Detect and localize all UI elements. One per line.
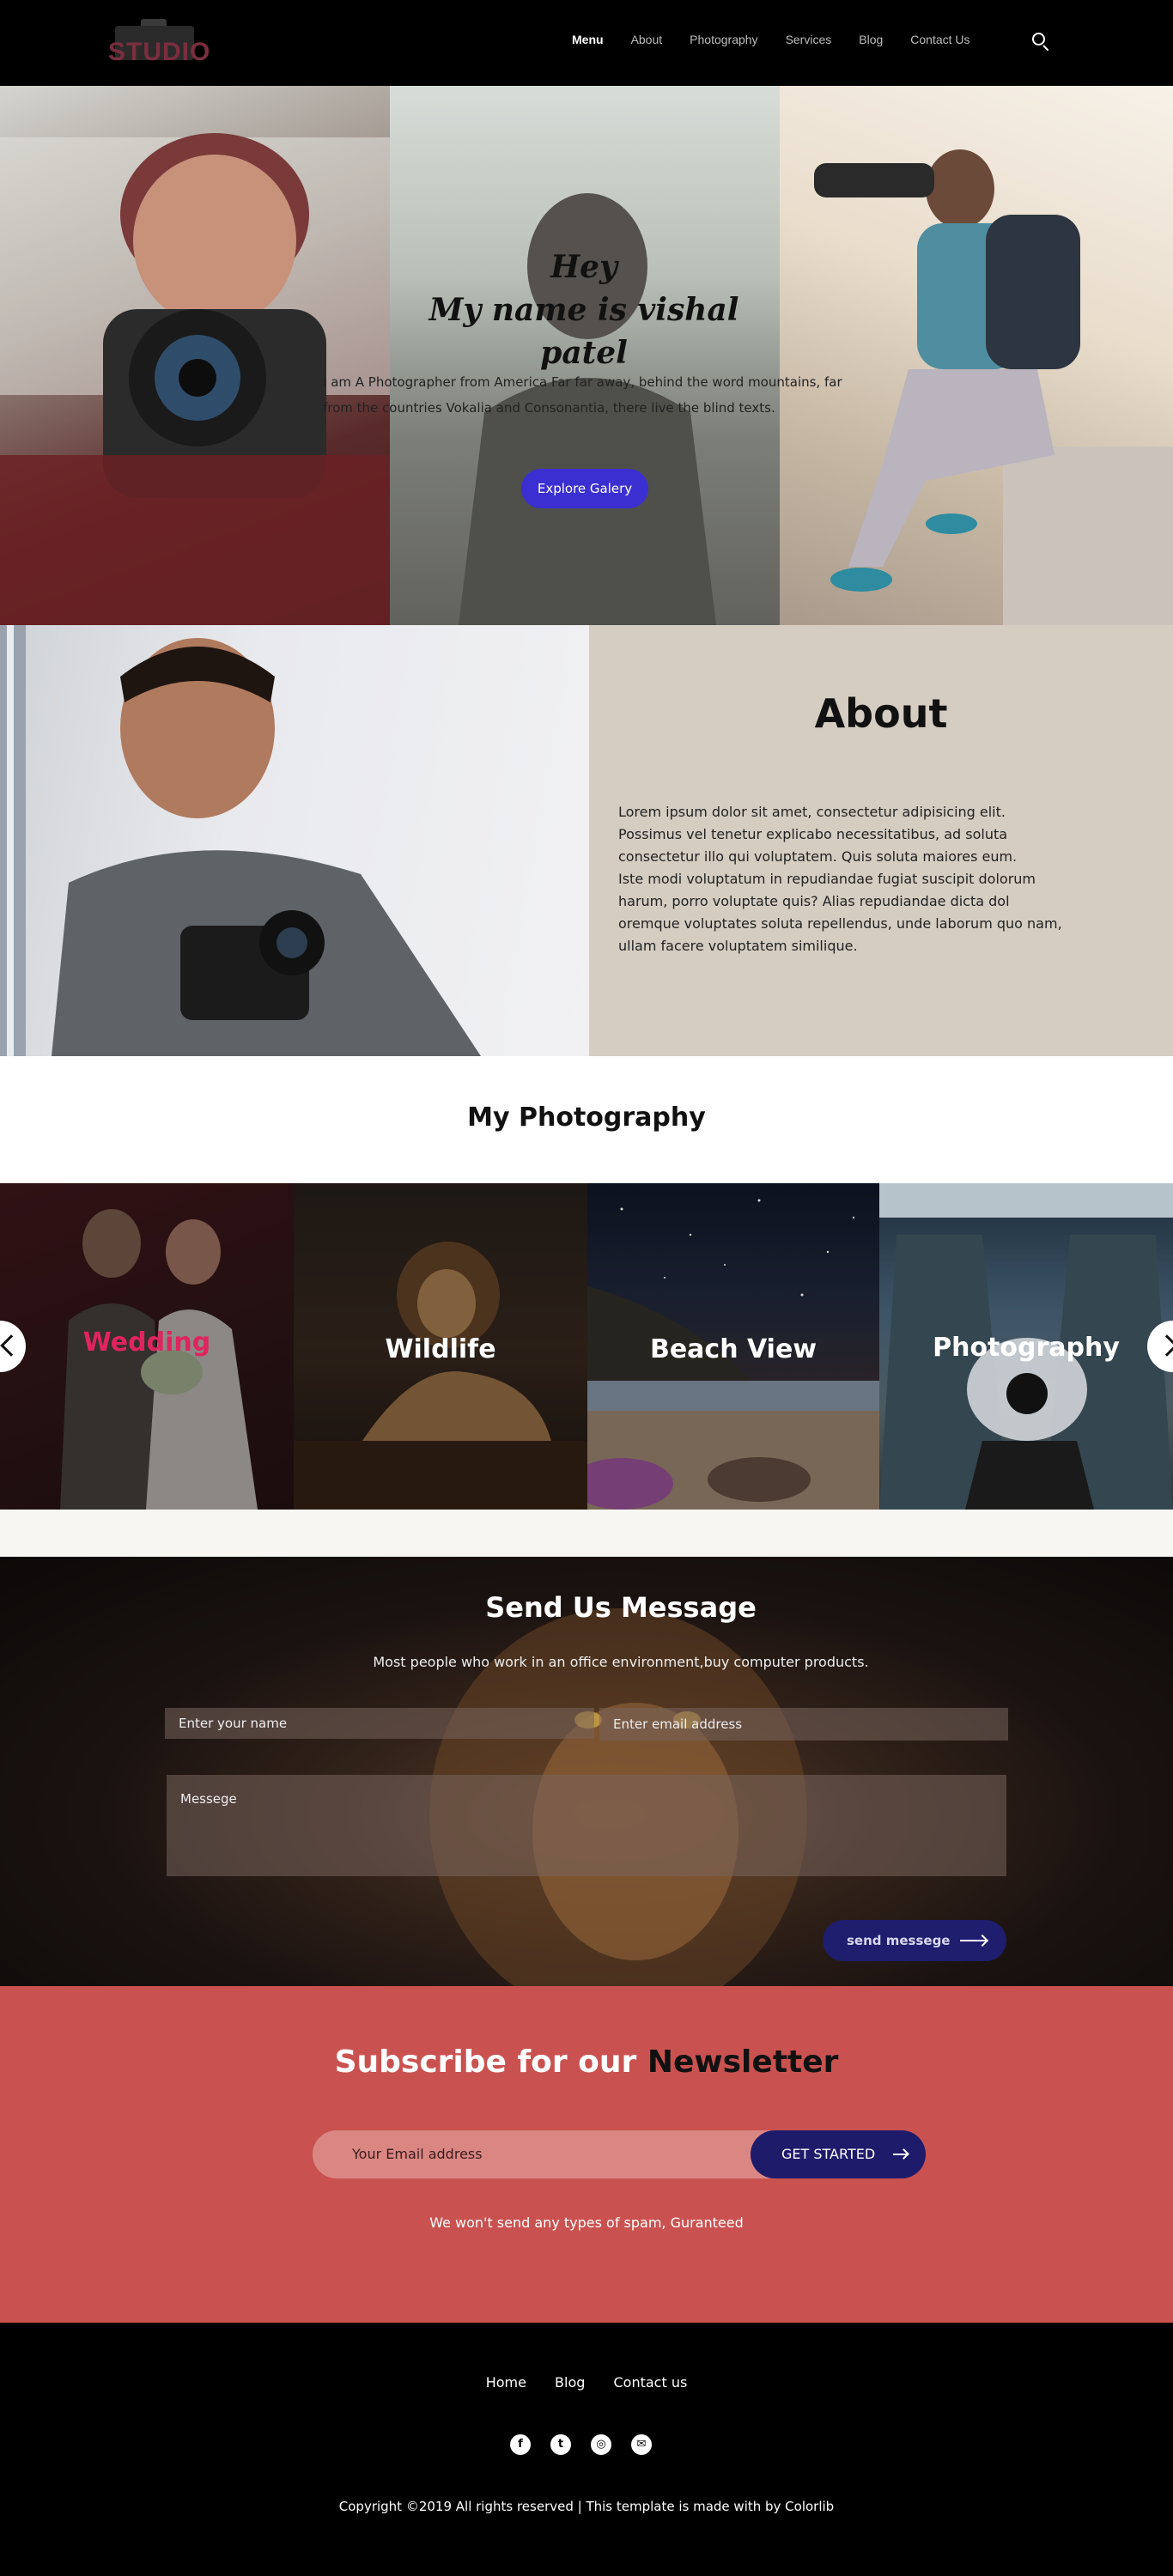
logo-text: STUDIO bbox=[108, 38, 211, 66]
newsletter-email-input[interactable]: Your Email address bbox=[313, 2130, 799, 2178]
about-panel: About Lorem ipsum dolor sit amet, consec… bbox=[589, 625, 1173, 1056]
photography-carousel: Wedding Wildlife Beach View Photography bbox=[0, 1183, 1173, 1510]
section-spacer bbox=[0, 1510, 1173, 1557]
arrow-right-icon bbox=[893, 2154, 907, 2155]
menu-item-blog[interactable]: Blog bbox=[859, 33, 883, 46]
chevron-right-icon bbox=[1156, 1334, 1173, 1357]
footer-link-home[interactable]: Home bbox=[486, 2374, 526, 2391]
menu-item-photography[interactable]: Photography bbox=[690, 33, 757, 46]
search-icon[interactable] bbox=[1030, 31, 1051, 52]
about-title: About bbox=[814, 690, 948, 737]
tile-label-photography: Photography bbox=[933, 1333, 1120, 1363]
footer: Home Blog Contact us f t ◎ ✉ Copyright ©… bbox=[0, 2323, 1173, 2576]
gallery-tile-wildlife[interactable]: Wildlife bbox=[294, 1183, 587, 1510]
newsletter-title-bold: Newsletter bbox=[647, 2044, 839, 2080]
social-icons: f t ◎ ✉ bbox=[510, 2434, 682, 2457]
copyright-text: Copyright ©2019 All rights reserved | Th… bbox=[338, 2499, 835, 2514]
menu-item-contact-us[interactable]: Contact Us bbox=[910, 33, 969, 46]
about-photo bbox=[0, 625, 589, 1056]
hero-overlay: Hey My name is vishal patel I am A Photo… bbox=[0, 86, 1173, 625]
search-icon-ring bbox=[1032, 33, 1045, 46]
about-photo-illustration bbox=[0, 625, 481, 1056]
about-text: Lorem ipsum dolor sit amet, consectetur … bbox=[618, 804, 1062, 954]
hero-section: Hey My name is vishal patel I am A Photo… bbox=[0, 86, 1173, 625]
photography-header-section: My Photography bbox=[0, 1056, 1173, 1183]
gallery-tile-beach-view[interactable]: Beach View bbox=[587, 1183, 879, 1510]
email-input[interactable]: Enter email address bbox=[599, 1708, 1008, 1741]
page: STUDIO Menu About Photography Services B… bbox=[0, 0, 1173, 2576]
main-menu: Menu About Photography Services Blog Con… bbox=[572, 33, 998, 46]
send-message-label: send messege bbox=[847, 1933, 951, 1948]
arrow-right-icon bbox=[960, 1940, 986, 1941]
navbar: STUDIO Menu About Photography Services B… bbox=[0, 0, 1173, 86]
get-started-label: GET STARTED bbox=[781, 2146, 876, 2162]
twitter-icon[interactable]: t bbox=[550, 2434, 571, 2455]
newsletter-note: We won't send any types of spam, Gurante… bbox=[429, 2215, 744, 2231]
tile-label-wildlife: Wildlife bbox=[385, 1334, 496, 1364]
message-textarea[interactable]: Messege bbox=[167, 1775, 1006, 1876]
contact-section: Send Us Message Most people who work in … bbox=[0, 1557, 1173, 1986]
newsletter-title: Subscribe for our Newsletter bbox=[0, 2044, 1173, 2080]
menu-item-services[interactable]: Services bbox=[786, 33, 832, 46]
newsletter-section: Subscribe for our Newsletter Your Email … bbox=[0, 1986, 1173, 2323]
gallery-tile-wedding[interactable]: Wedding bbox=[0, 1183, 294, 1510]
tile-label-beach-view: Beach View bbox=[649, 1334, 817, 1364]
menu-item-menu[interactable]: Menu bbox=[572, 33, 604, 46]
send-message-button[interactable]: send messege bbox=[823, 1920, 1006, 1961]
name-input[interactable]: Enter your name bbox=[165, 1708, 594, 1739]
gallery-tile-photography[interactable]: Photography bbox=[879, 1183, 1173, 1510]
explore-gallery-button[interactable]: Explore Galery bbox=[521, 469, 648, 508]
photography-title: My Photography bbox=[467, 1103, 706, 1133]
footer-links: Home Blog Contact us bbox=[0, 2374, 1173, 2391]
facebook-icon[interactable]: f bbox=[510, 2434, 531, 2455]
hero-heading-line-2: My name is vishal patel bbox=[428, 292, 739, 371]
contact-subtitle: Most people who work in an office enviro… bbox=[373, 1654, 869, 1670]
instagram-icon[interactable]: ◎ bbox=[591, 2434, 611, 2455]
get-started-button[interactable]: GET STARTED bbox=[751, 2130, 926, 2178]
hero-heading-line-1: Hey bbox=[550, 249, 617, 285]
menu-item-about[interactable]: About bbox=[631, 33, 663, 46]
contact-title: Send Us Message bbox=[485, 1591, 757, 1624]
email-icon[interactable]: ✉ bbox=[631, 2434, 652, 2455]
footer-link-blog[interactable]: Blog bbox=[555, 2374, 585, 2391]
footer-link-contact-us[interactable]: Contact us bbox=[614, 2374, 688, 2391]
chevron-left-icon bbox=[0, 1334, 22, 1357]
newsletter-title-prefix: Subscribe for our bbox=[334, 2044, 637, 2080]
about-section: About Lorem ipsum dolor sit amet, consec… bbox=[0, 625, 1173, 1056]
hero-description: I am A Photographer from America Far far… bbox=[323, 374, 842, 416]
studio-logo[interactable]: STUDIO bbox=[108, 15, 211, 69]
search-icon-handle bbox=[1042, 45, 1049, 52]
hero-heading: Hey My name is vishal patel bbox=[412, 246, 756, 374]
tile-label-wedding: Wedding bbox=[82, 1327, 211, 1358]
